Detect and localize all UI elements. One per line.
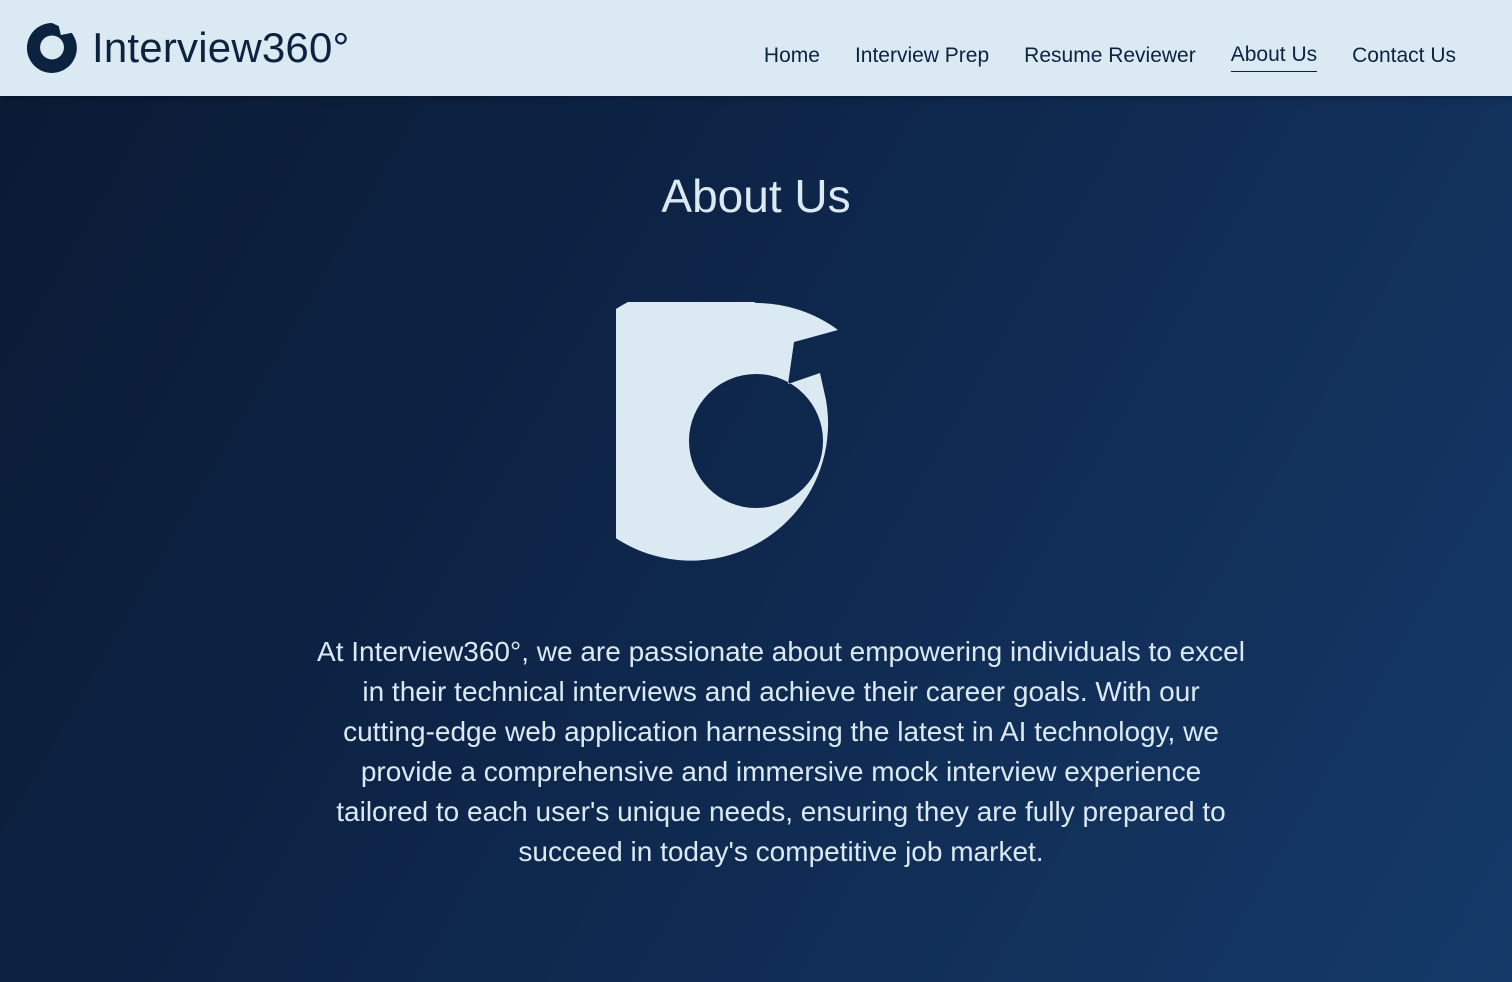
nav-contact-us[interactable]: Contact Us bbox=[1352, 40, 1456, 72]
page-title: About Us bbox=[661, 170, 851, 222]
brand-name: Interview360° bbox=[92, 24, 350, 71]
nav-interview-prep[interactable]: Interview Prep bbox=[855, 40, 989, 72]
brand[interactable]: Interview360° bbox=[26, 22, 350, 74]
nav-home[interactable]: Home bbox=[764, 40, 820, 72]
nav-about-us[interactable]: About Us bbox=[1230, 40, 1318, 72]
top-navbar: Interview360° Home Interview Prep Resume… bbox=[0, 0, 1512, 96]
ring-logo-icon bbox=[616, 302, 838, 561]
ring-logo-icon bbox=[26, 23, 77, 73]
main-nav: Home Interview Prep Resume Reviewer Abou… bbox=[764, 40, 1456, 72]
about-paragraph: At Interview360°, we are passionate abou… bbox=[317, 636, 1245, 867]
nav-resume-reviewer[interactable]: Resume Reviewer bbox=[1024, 40, 1196, 72]
